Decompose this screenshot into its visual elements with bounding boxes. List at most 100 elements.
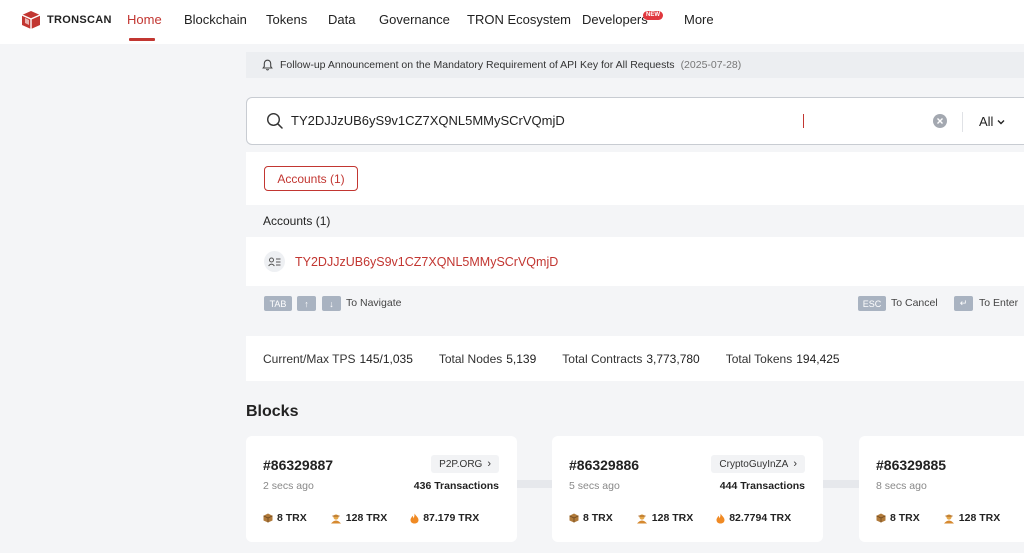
burn-value: 87.179 TRX [423,512,480,524]
esc-key: ESC [858,296,886,311]
arrow-up-icon: ↑ [297,296,316,311]
block-connector [823,480,859,488]
stat-contracts-value: 3,773,780 [646,351,700,366]
burn-stat: 87.179 TRX [410,512,479,524]
stat-nodes-value: 5,139 [506,351,537,366]
nav-tron-ecosystem[interactable]: TRON Ecosystem [467,12,571,27]
box-icon [876,513,886,523]
tab-key: TAB [264,296,292,311]
energy-stat: 128 TRX [330,512,387,524]
energy-stat: 128 TRX [943,512,1000,524]
stat-tokens: Total Tokens 194,425 [726,352,840,366]
search-filter-select[interactable]: All [979,114,1006,129]
energy-value: 128 TRX [958,512,1001,524]
nav-home[interactable]: Home [127,12,162,27]
block-card[interactable]: #86329885 8 secs ago 8 TRX 128 TRX [859,436,1024,542]
miner-icon [636,513,648,524]
cancel-hint: To Cancel [891,297,938,309]
bell-icon [262,59,273,71]
block-resources: 8 TRX 128 TRX 87.179 TRX [263,512,502,524]
accounts-filter-tab[interactable]: Accounts (1) [264,166,358,191]
search-results-dropdown: Accounts (1) Accounts (1) TY2DJJzUB6yS9v… [246,152,1024,322]
chevron-right-icon: › [487,458,491,470]
block-time: 5 secs ago [569,480,620,492]
arrow-down-icon: ↓ [322,296,341,311]
enter-key-icon: ↵ [954,296,973,311]
announcement-date: (2025-07-28) [680,59,742,71]
burn-value: 82.7794 TRX [729,512,792,524]
producer-name: CryptoGuyInZA [719,458,789,470]
bandwidth-value: 8 TRX [890,512,920,524]
stat-tps-value: 145/1,035 [359,351,413,366]
announcement-text[interactable]: Follow-up Announcement on the Mandatory … [280,59,675,71]
stat-contracts-label: Total Contracts [562,351,643,366]
block-producer-button[interactable]: P2P.ORG › [431,455,499,473]
stat-nodes-label: Total Nodes [438,351,503,366]
block-number-link[interactable]: #86329885 [876,457,946,473]
nav-tokens[interactable]: Tokens [266,12,307,27]
bandwidth-stat: 8 TRX [876,512,920,524]
box-icon [569,513,579,523]
nav-more[interactable]: More [684,12,714,27]
bandwidth-stat: 8 TRX [569,512,613,524]
producer-name: P2P.ORG [439,458,483,470]
tronscan-logo-icon [21,11,41,29]
fire-icon [410,513,419,524]
energy-value: 128 TRX [345,512,388,524]
accounts-section-header: Accounts (1) [246,205,1024,237]
block-time: 2 secs ago [263,480,314,492]
stat-tokens-label: Total Tokens [725,351,793,366]
stat-tps: Current/Max TPS 145/1,035 [263,352,413,366]
bandwidth-value: 8 TRX [277,512,307,524]
top-nav: TRONSCAN Home Blockchain Tokens Data Gov… [0,0,1024,44]
keyboard-hints-bar: TAB ↑ ↓ To Navigate ESC To Cancel ↵ To E… [246,286,1024,322]
enter-hint: To Enter [979,297,1019,309]
burn-stat: 82.7794 TRX [716,512,791,524]
transaction-count[interactable]: 436 Transactions [414,480,499,492]
energy-value: 128 TRX [651,512,694,524]
bandwidth-stat: 8 TRX [263,512,307,524]
blocks-section-title: Blocks [246,403,299,420]
account-address-link[interactable]: TY2DJJzUB6yS9v1CZ7XQNL5MMySCrVQmjD [295,255,558,269]
stat-tps-label: Current/Max TPS [263,351,356,366]
chevron-right-icon: › [793,458,797,470]
energy-stat: 128 TRX [636,512,693,524]
new-badge: NEW [643,11,663,20]
nav-blockchain[interactable]: Blockchain [184,12,247,27]
block-producer-button[interactable]: CryptoGuyInZA › [711,455,805,473]
block-resources: 8 TRX 128 TRX 82.7794 TRX [569,512,814,524]
block-number-link[interactable]: #86329886 [569,457,639,473]
transaction-count[interactable]: 444 Transactions [720,480,805,492]
stat-contracts: Total Contracts 3,773,780 [562,352,699,366]
block-card[interactable]: #86329886 5 secs ago CryptoGuyInZA › 444… [552,436,823,542]
search-input[interactable] [291,113,851,128]
bandwidth-value: 8 TRX [583,512,613,524]
stat-tokens-value: 194,425 [796,351,840,366]
miner-icon [330,513,342,524]
block-time: 8 secs ago [876,480,927,492]
announcement-bar[interactable]: Follow-up Announcement on the Mandatory … [246,52,1024,78]
nav-governance[interactable]: Governance [379,12,450,27]
search-icon [266,112,284,135]
block-resources: 8 TRX 128 TRX [876,512,1023,524]
text-caret [803,114,804,128]
chevron-down-icon [997,119,1005,124]
account-result-item[interactable]: TY2DJJzUB6yS9v1CZ7XQNL5MMySCrVQmjD [264,251,558,272]
network-stats: Current/Max TPS 145/1,035 Total Nodes 5,13… [246,336,1024,381]
search-divider [962,112,963,132]
block-card[interactable]: #86329887 2 secs ago P2P.ORG › 436 Trans… [246,436,517,542]
account-list-icon [264,251,285,272]
nav-active-indicator [129,38,155,41]
box-icon [263,513,273,523]
clear-icon[interactable] [933,114,947,133]
miner-icon [943,513,955,524]
block-number-link[interactable]: #86329887 [263,457,333,473]
nav-data[interactable]: Data [328,12,355,27]
search-box[interactable]: All [246,97,1024,145]
tronscan-logo[interactable]: TRONSCAN [20,9,112,31]
navigate-hint: To Navigate [346,297,402,309]
filter-label: All [979,114,994,129]
logo-text: TRONSCAN [47,14,112,26]
fire-icon [716,513,725,524]
nav-developers[interactable]: Developers [582,12,648,27]
